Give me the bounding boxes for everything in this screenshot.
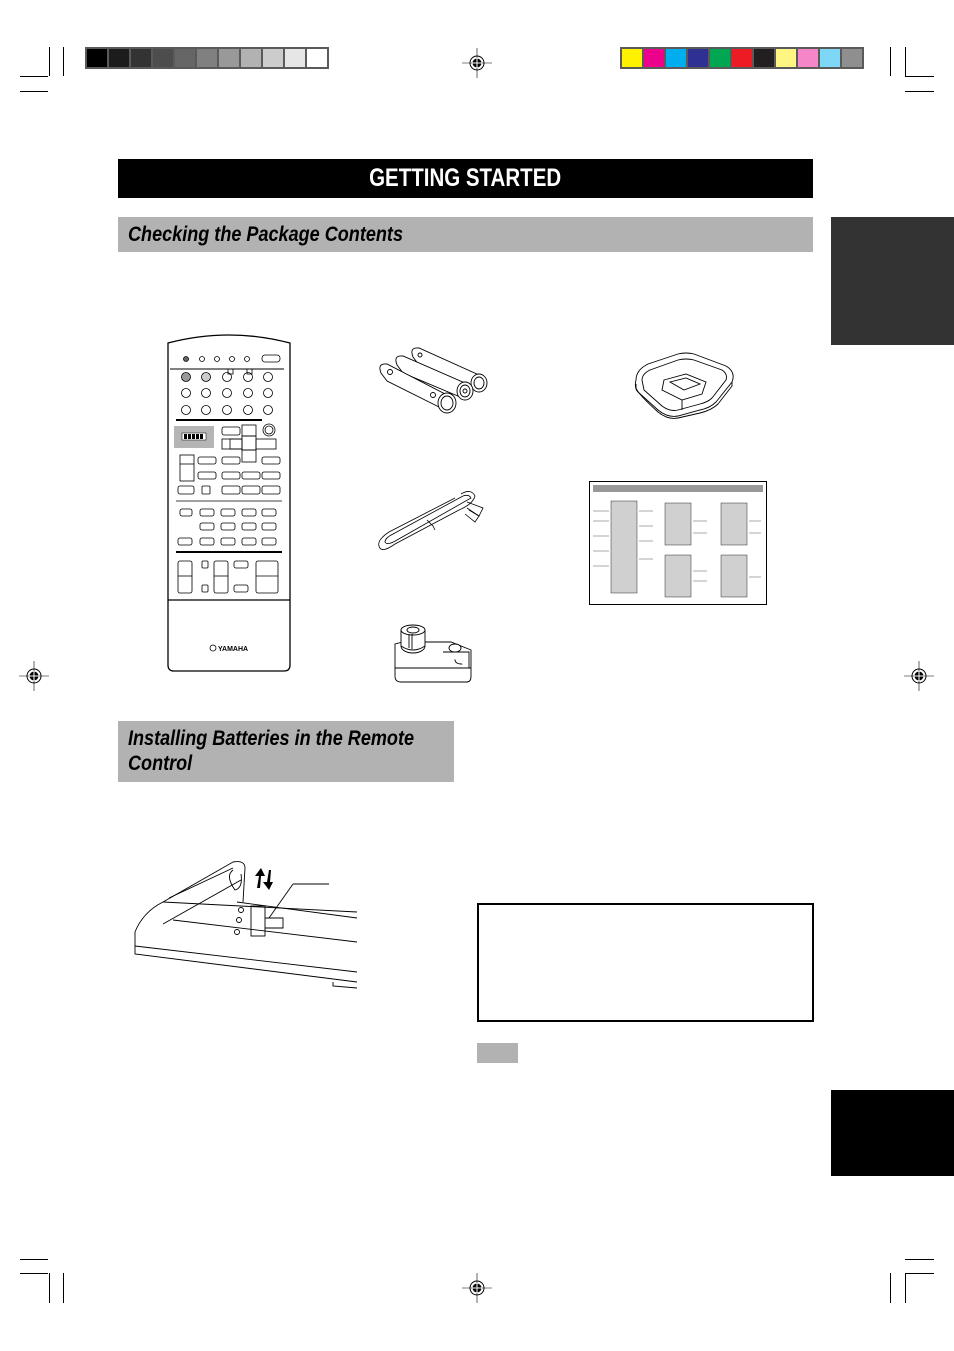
grayscale-swatch	[241, 49, 261, 67]
loop-antenna-illustration	[634, 352, 734, 419]
color-swatch	[798, 49, 818, 67]
grayscale-swatch	[307, 49, 327, 67]
crop-mark	[905, 1273, 906, 1303]
registration-target-icon	[462, 48, 492, 78]
color-swatch	[820, 49, 840, 67]
crop-mark	[49, 47, 50, 76]
crop-mark	[905, 47, 906, 76]
color-swatch	[732, 49, 752, 67]
color-swatch	[710, 49, 730, 67]
remote-control-illustration: YAMAHA	[167, 334, 291, 672]
remote-brand-label: YAMAHA	[218, 646, 248, 653]
color-swatch	[644, 49, 664, 67]
crop-mark	[20, 1259, 48, 1260]
color-swatch	[776, 49, 796, 67]
registration-target-icon	[904, 661, 934, 691]
grayscale-swatch	[153, 49, 173, 67]
antenna-adapter-illustration	[394, 624, 472, 683]
color-calibration-strip	[620, 47, 864, 69]
section-heading-package-contents: Checking the Package Contents	[118, 217, 813, 252]
grayscale-swatch	[175, 49, 195, 67]
crop-mark	[49, 1273, 50, 1303]
color-swatch	[754, 49, 774, 67]
note-box	[477, 903, 814, 1022]
crop-mark	[63, 47, 64, 76]
grayscale-swatch	[87, 49, 107, 67]
registration-target-icon	[19, 661, 49, 691]
crop-mark	[63, 1273, 64, 1303]
fm-antenna-cable-illustration	[378, 491, 484, 550]
crop-mark	[905, 76, 934, 77]
page-title-text: GETTING STARTED	[369, 164, 562, 192]
grayscale-swatch	[109, 49, 129, 67]
crop-mark	[20, 91, 48, 92]
crop-mark	[20, 1273, 48, 1274]
color-swatch	[842, 49, 862, 67]
crop-mark	[905, 91, 934, 92]
grayscale-swatch	[285, 49, 305, 67]
section-heading-installing-batteries: Installing Batteries in the Remote Contr…	[118, 721, 454, 782]
color-swatch	[666, 49, 686, 67]
quick-reference-card-illustration	[589, 481, 767, 605]
page-title: GETTING STARTED	[118, 159, 813, 198]
battery-compartment-illustration	[134, 861, 358, 989]
grayscale-swatch	[131, 49, 151, 67]
grayscale-swatch	[219, 49, 239, 67]
note-label	[477, 1043, 518, 1063]
crop-mark	[890, 1273, 891, 1303]
crop-mark	[20, 76, 48, 77]
language-tab-black	[831, 1090, 954, 1176]
color-swatch	[688, 49, 708, 67]
crop-mark	[905, 1259, 934, 1260]
aa-batteries-illustration	[379, 347, 488, 414]
grayscale-calibration-strip	[85, 47, 329, 69]
color-swatch	[622, 49, 642, 67]
crop-mark	[890, 47, 891, 76]
grayscale-swatch	[263, 49, 283, 67]
language-tab-dark	[831, 217, 954, 345]
grayscale-swatch	[197, 49, 217, 67]
registration-target-icon	[462, 1273, 492, 1303]
crop-mark	[905, 1273, 934, 1274]
